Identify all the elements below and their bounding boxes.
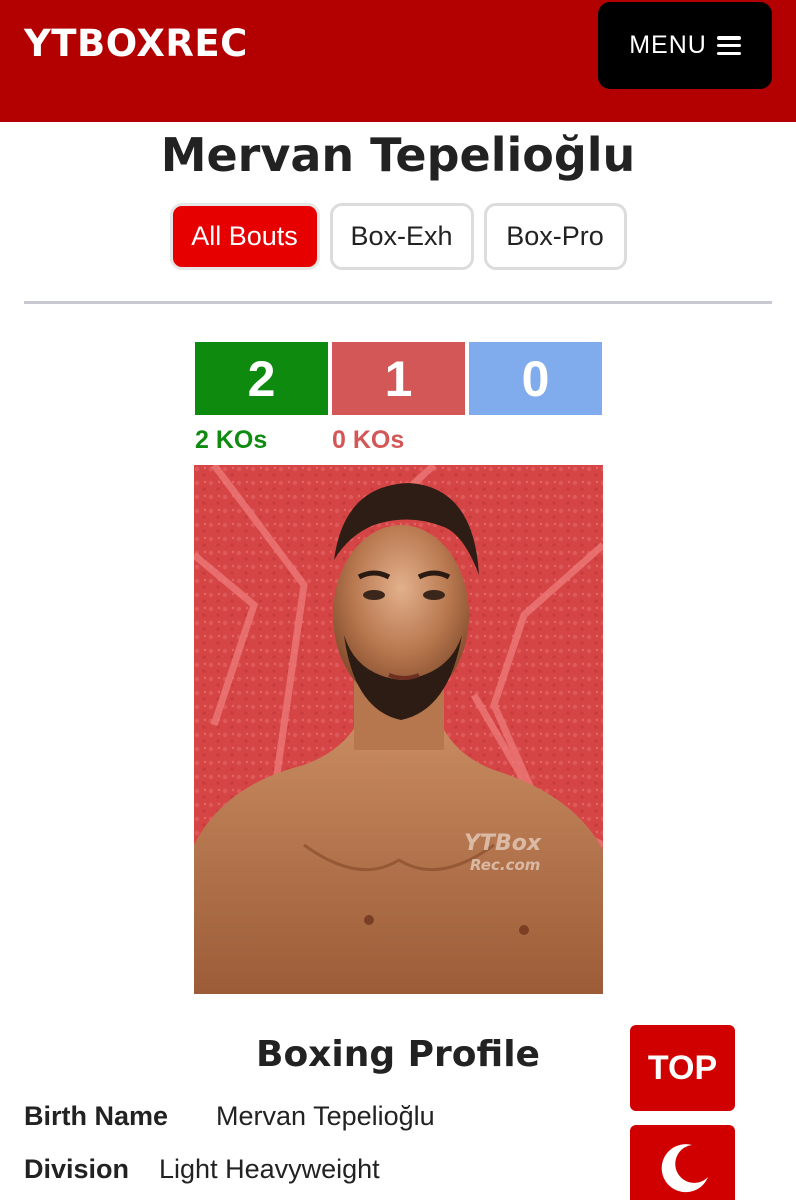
- division-value: Light Heavyweight: [159, 1154, 380, 1184]
- losses-count: 1: [332, 342, 465, 415]
- fighter-name: Mervan Tepelioğlu: [160, 128, 636, 182]
- birth-name-label: Birth Name: [24, 1101, 169, 1131]
- birth-name-value: Mervan Tepelioğlu: [216, 1101, 435, 1131]
- loss-kos: 0 KOs: [332, 426, 405, 454]
- division-label: Division: [24, 1154, 130, 1184]
- site-logo[interactable]: YTBOXREC: [24, 22, 248, 65]
- tab-all-bouts[interactable]: All Bouts: [169, 203, 320, 270]
- tab-box-exh[interactable]: Box-Exh: [329, 203, 474, 270]
- bout-filter-tabs: All Bouts Box-Exh Box-Pro: [0, 203, 796, 270]
- menu-button[interactable]: MENU: [598, 2, 772, 89]
- moon-icon: [661, 1144, 708, 1193]
- win-kos: 2 KOs: [195, 426, 268, 454]
- profile-row-birth-name: Birth Name Mervan Tepelioğlu: [24, 1101, 435, 1132]
- top-navigation-bar: YTBOXREC MENU: [0, 0, 796, 122]
- watermark-line1: YTBox: [464, 831, 542, 856]
- watermark-line2: Rec.com: [470, 856, 540, 874]
- tab-box-pro[interactable]: Box-Pro: [483, 203, 627, 270]
- hamburger-icon: [716, 36, 741, 55]
- wins-count: 2: [195, 342, 328, 415]
- menu-label: MENU: [629, 31, 707, 59]
- watermark: YTBox Rec.com: [464, 831, 542, 874]
- fight-record: 2 1 0: [195, 342, 602, 415]
- scroll-to-top-button[interactable]: TOP: [630, 1025, 735, 1111]
- section-divider: [24, 301, 772, 304]
- draws-count: 0: [469, 342, 602, 415]
- theme-toggle-button[interactable]: [630, 1125, 735, 1200]
- profile-row-division: Division Light Heavyweight: [24, 1154, 380, 1185]
- fighter-photo: YTBox Rec.com: [194, 465, 603, 994]
